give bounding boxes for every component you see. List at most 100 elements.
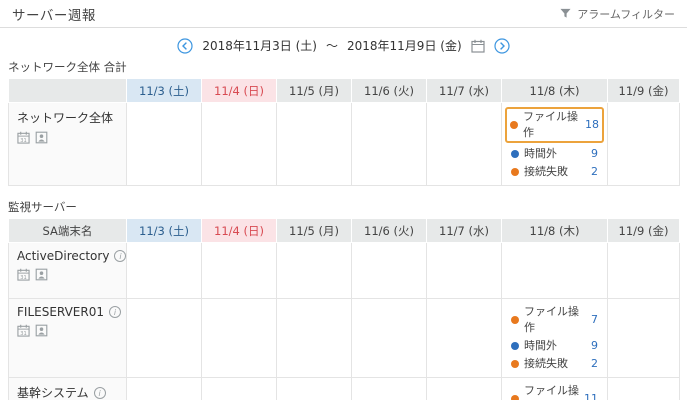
alarm-label: ファイル操作 [523, 109, 580, 141]
alarm-dot [511, 150, 519, 158]
alarm-item[interactable]: ファイル操作 7 [508, 303, 601, 337]
alarm-filter-button[interactable]: アラームフィルター [560, 6, 675, 22]
alarm-item[interactable]: ファイル操作 18 [505, 107, 604, 143]
day-cell [352, 378, 427, 400]
calendar-icon[interactable]: 31 [17, 268, 30, 281]
alarm-label: ファイル操作 [524, 304, 586, 336]
day-cell [352, 243, 427, 299]
day-cell [202, 243, 277, 299]
alarm-item[interactable]: 接続失敗 2 [508, 355, 601, 373]
network-label-column-header [9, 79, 127, 103]
next-week-button[interactable] [494, 38, 510, 54]
row-label-cell: ActiveDirectoryi31 [9, 243, 127, 299]
calendar-icon[interactable]: 31 [17, 324, 30, 337]
day-cell [277, 103, 352, 186]
alarm-label: 時間外 [524, 146, 557, 162]
alarm-count[interactable]: 11 [584, 391, 598, 400]
alarm-dot [511, 360, 519, 368]
day-cell [608, 103, 680, 186]
row-label-cell: ネットワーク全体 31 [9, 103, 127, 186]
prev-week-button[interactable] [177, 38, 193, 54]
alarm-dot [511, 342, 519, 350]
row-action-icons: 31 [17, 131, 118, 144]
user-report-icon[interactable] [35, 131, 48, 144]
day-cell [608, 243, 680, 299]
servers-grid: SA端末名11/3 (土)11/4 (日)11/5 (月)11/6 (火)11/… [8, 218, 680, 400]
alarm-filter-label: アラームフィルター [577, 6, 675, 22]
day-cell [608, 299, 680, 378]
day-column-header: 11/6 (火) [352, 219, 427, 243]
alarm-item[interactable]: 時間外 9 [508, 145, 601, 163]
day-column-header: 11/4 (日) [202, 79, 277, 103]
day-cell: ファイル操作 7 時間外 9 接続失敗 2 [502, 299, 608, 378]
day-cell [427, 243, 502, 299]
row-name: FILESERVER01i [17, 305, 118, 319]
day-cell [277, 299, 352, 378]
page-title: サーバー週報 [12, 4, 96, 24]
alarm-count[interactable]: 2 [591, 356, 598, 372]
alarm-dot [510, 121, 518, 129]
svg-text:31: 31 [20, 138, 26, 144]
alarm-label: 接続失敗 [524, 356, 568, 372]
user-report-icon[interactable] [35, 268, 48, 281]
row-action-icons: 31 [17, 268, 118, 281]
alarm-item[interactable]: 時間外 9 [508, 337, 601, 355]
day-cell [352, 299, 427, 378]
day-cell [427, 299, 502, 378]
network-grid: 11/3 (土)11/4 (日)11/5 (月)11/6 (火)11/7 (水)… [8, 78, 680, 186]
row-name: ネットワーク全体 [17, 109, 118, 126]
day-cell: ファイル操作11 [502, 378, 608, 400]
day-column-header: 11/5 (月) [277, 79, 352, 103]
alarm-count[interactable]: 2 [591, 164, 598, 180]
day-cell [277, 243, 352, 299]
day-column-header: 11/3 (土) [127, 219, 202, 243]
alarm-count[interactable]: 7 [591, 312, 598, 328]
servers-section-title: 監視サーバー [0, 199, 687, 215]
row-label-cell: 基幹システムi31 [9, 378, 127, 400]
alarm-count[interactable]: 9 [591, 146, 598, 162]
day-column-header: 11/8 (木) [502, 79, 608, 103]
alarm-dot [511, 395, 519, 400]
alarm-item[interactable]: ファイル操作11 [508, 382, 601, 400]
day-column-header: 11/7 (水) [427, 79, 502, 103]
monitored-servers-table: SA端末名11/3 (土)11/4 (日)11/5 (月)11/6 (火)11/… [0, 218, 687, 400]
end-date: 2018年11月9日 (金) [347, 37, 462, 54]
day-cell [352, 103, 427, 186]
row-action-icons: 31 [17, 324, 118, 337]
info-icon[interactable]: i [109, 306, 121, 318]
day-column-header: 11/3 (土) [127, 79, 202, 103]
alarm-count[interactable]: 18 [585, 117, 599, 133]
row-label: 基幹システム [17, 384, 89, 400]
network-summary-table: 11/3 (土)11/4 (日)11/5 (月)11/6 (火)11/7 (水)… [0, 78, 687, 186]
day-cell [427, 378, 502, 400]
date-range-navigator: 2018年11月3日 (土) ～ 2018年11月9日 (金) [0, 37, 687, 54]
day-column-header: 11/8 (木) [502, 219, 608, 243]
day-cell [502, 243, 608, 299]
servers-label-column-header: SA端末名 [9, 219, 127, 243]
user-report-icon[interactable] [35, 324, 48, 337]
calendar-icon[interactable]: 31 [17, 131, 30, 144]
row-name: ActiveDirectoryi [17, 249, 118, 263]
row-label-cell: FILESERVER01i 31 [9, 299, 127, 378]
table-row: 基幹システムi31ファイル操作11 [9, 378, 680, 400]
svg-text:31: 31 [20, 331, 26, 337]
alarm-label: 時間外 [524, 338, 557, 354]
alarm-dot [511, 168, 519, 176]
row-label: ネットワーク全体 [17, 109, 113, 126]
start-date: 2018年11月3日 (土) [202, 37, 317, 54]
funnel-icon [560, 8, 571, 19]
alarm-dot [511, 316, 519, 324]
day-cell [127, 299, 202, 378]
calendar-picker-icon[interactable] [471, 39, 485, 53]
day-column-header: 11/9 (金) [608, 219, 680, 243]
day-column-header: 11/6 (火) [352, 79, 427, 103]
alarm-count[interactable]: 9 [591, 338, 598, 354]
row-label: ActiveDirectory [17, 249, 109, 263]
table-row: ネットワーク全体 31 ファイル操作 18 時間外 9接続失敗2 [9, 103, 680, 186]
day-column-header: 11/4 (日) [202, 219, 277, 243]
info-icon[interactable]: i [94, 387, 106, 399]
info-icon[interactable]: i [114, 250, 126, 262]
day-cell [202, 103, 277, 186]
day-cell [202, 378, 277, 400]
alarm-item[interactable]: 接続失敗2 [508, 163, 601, 181]
